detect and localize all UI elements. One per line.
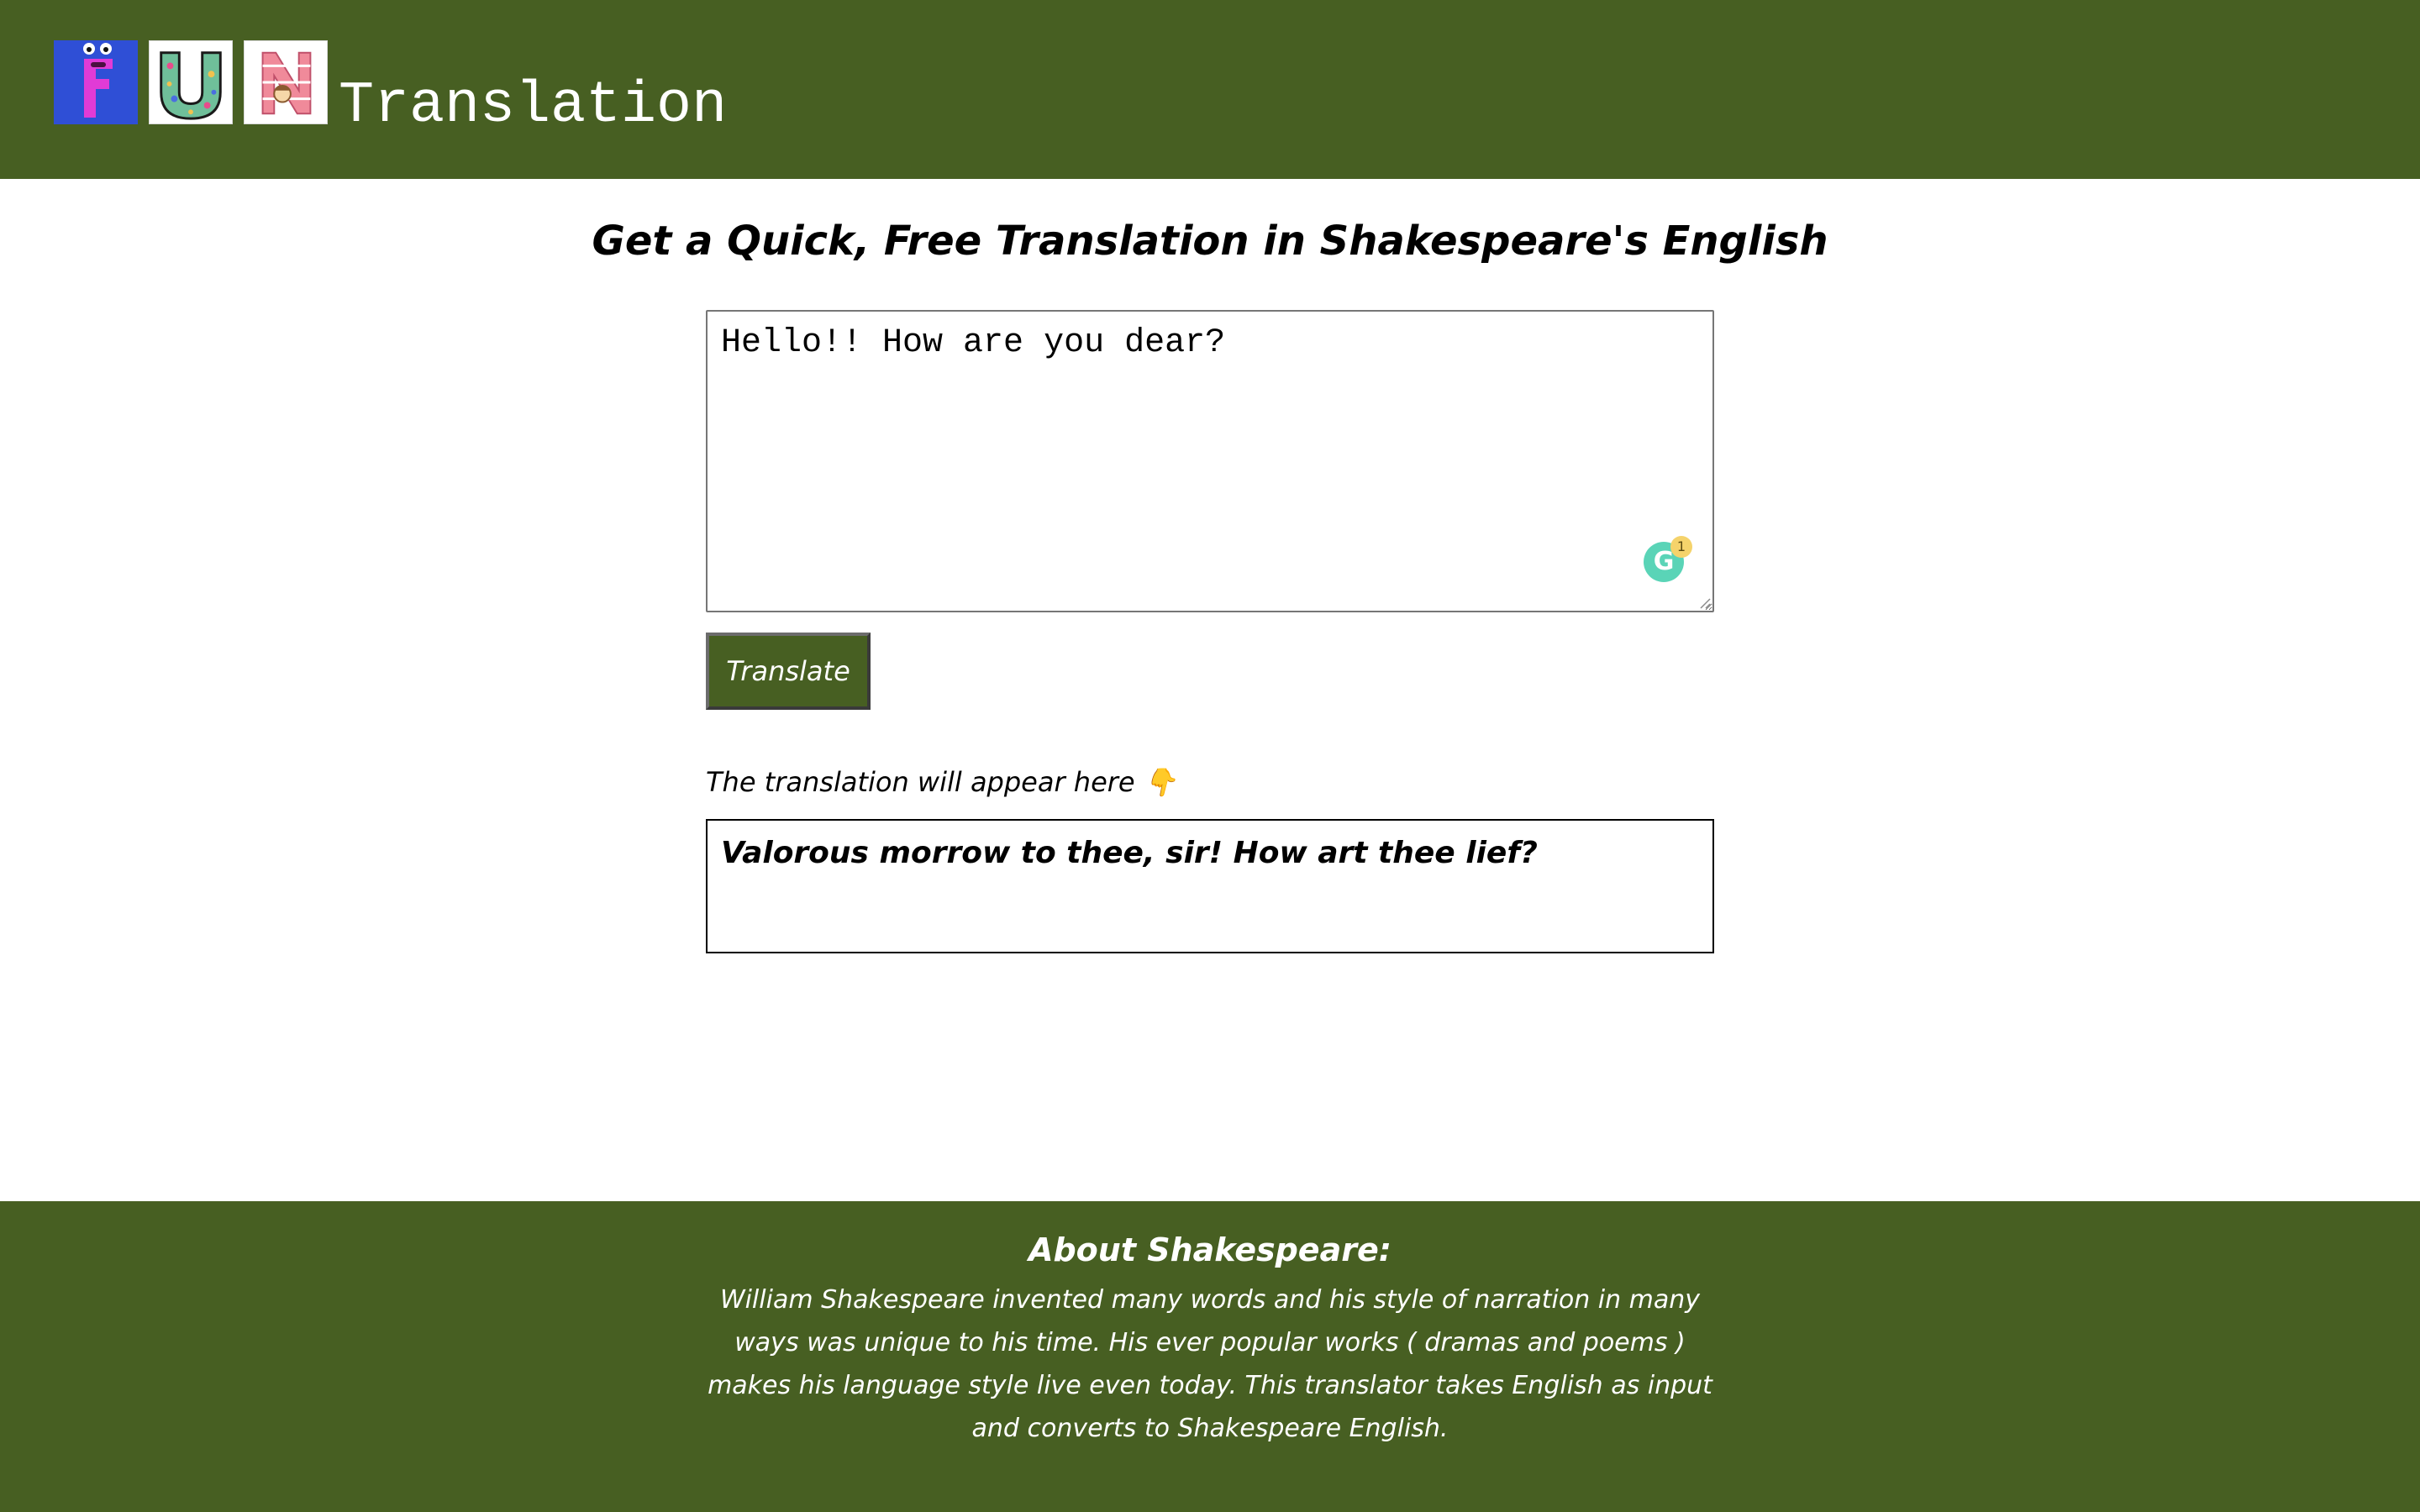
logo-letter-u: U <box>149 40 233 124</box>
site-footer: About Shakespeare: William Shakespeare i… <box>0 1201 2420 1512</box>
brand-title: Translation <box>339 73 728 139</box>
output-label: The translation will appear here 👇 <box>706 766 1177 798</box>
translation-input[interactable]: Hello!! How are you dear? <box>706 310 1714 612</box>
letter-u-doodle-icon <box>150 41 232 123</box>
letter-f-monster-icon <box>54 40 138 124</box>
footer-title: About Shakespeare: <box>1028 1231 1392 1268</box>
page-title: Get a Quick, Free Translation in Shakesp… <box>592 218 1828 265</box>
logo-letter-n: N <box>244 40 328 124</box>
grammarly-count-badge: 1 <box>1670 536 1692 558</box>
resize-handle-icon[interactable] <box>1697 596 1711 609</box>
input-area: Hello!! How are you dear? G 1 <box>706 310 1714 612</box>
translation-output: Valorous morrow to thee, sir! How art th… <box>706 819 1714 953</box>
logo-letter-f: F <box>54 40 138 124</box>
site-header: F U N Translation <box>0 0 2420 179</box>
footer-description: William Shakespeare invented many words … <box>708 1285 1712 1443</box>
translate-button[interactable]: Translate <box>706 633 871 710</box>
letter-n-girl-icon <box>245 41 327 123</box>
